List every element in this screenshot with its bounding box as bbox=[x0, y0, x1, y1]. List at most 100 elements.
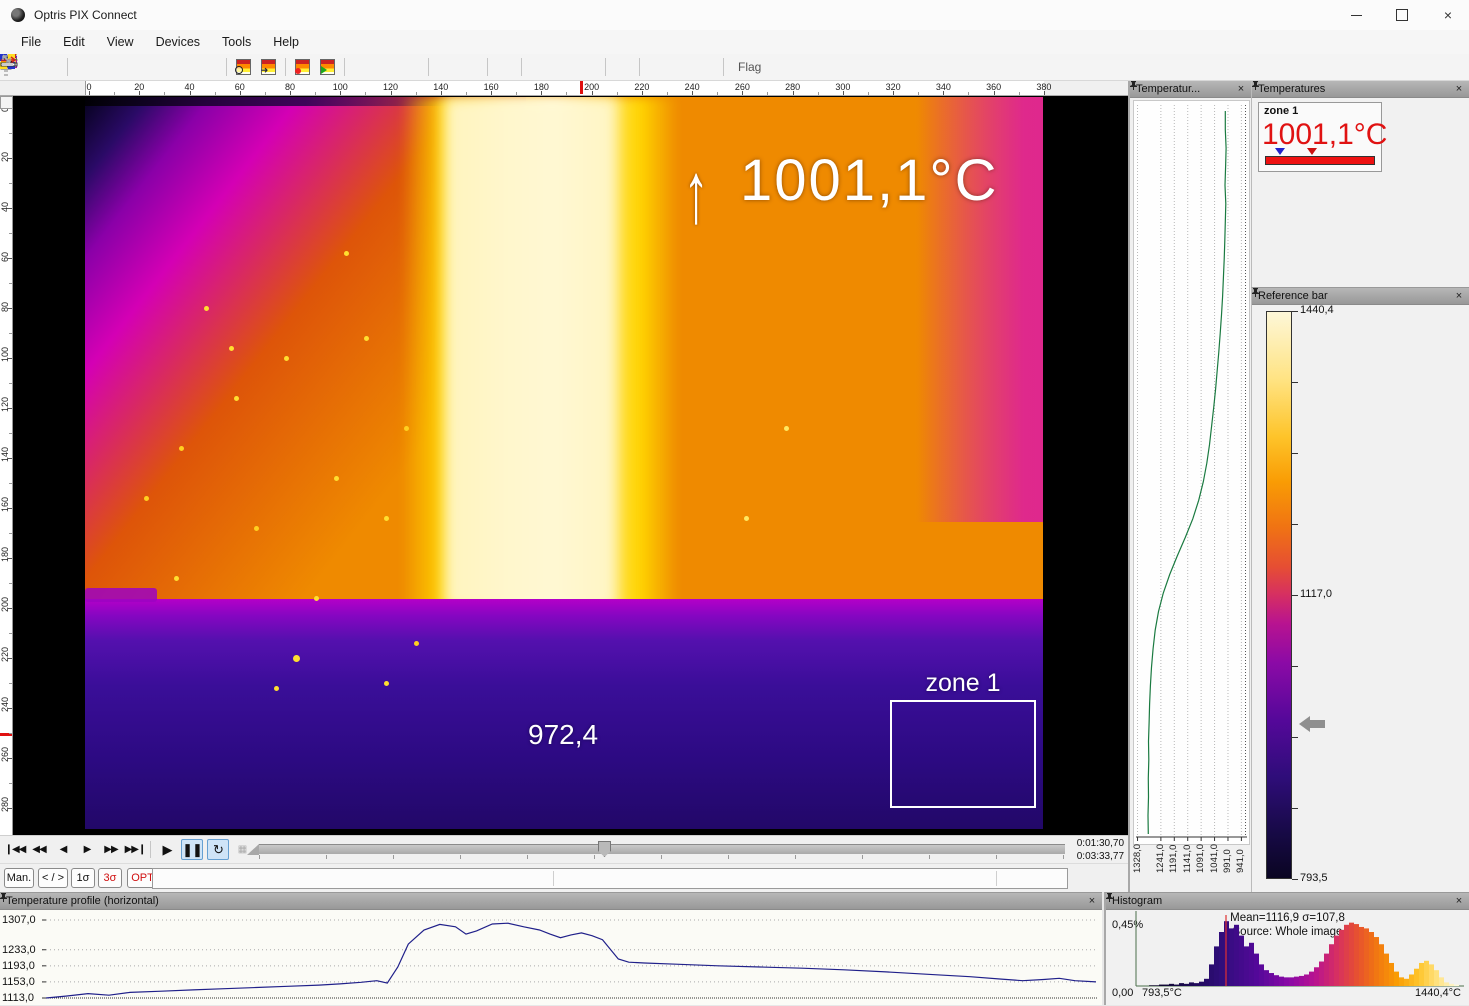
stop-icon[interactable] bbox=[123, 56, 146, 78]
time-axis-tick-label: 991,0 bbox=[1222, 849, 1233, 873]
measure-ruler-icon[interactable] bbox=[645, 56, 668, 78]
save-icon[interactable] bbox=[39, 56, 62, 78]
snapshot-camera-icon[interactable] bbox=[173, 56, 196, 78]
step-back-button[interactable]: ◀ bbox=[52, 839, 74, 860]
mode-button-man[interactable]: Man. bbox=[4, 868, 34, 888]
pause-icon[interactable] bbox=[98, 56, 121, 78]
timeline-slider[interactable] bbox=[259, 844, 1065, 854]
thermal-image[interactable]: ↑ 1001,1°C 972,4 zone 1 bbox=[85, 97, 1043, 829]
thermal-floor-step bbox=[85, 588, 157, 602]
title-bar: Optris PIX Connect × bbox=[0, 0, 1469, 31]
time-axis-tick-label: 1241,0 bbox=[1155, 844, 1166, 873]
fast-forward-button[interactable]: ▶▶ bbox=[100, 839, 122, 860]
close-icon[interactable]: × bbox=[1452, 290, 1466, 303]
close-icon[interactable]: × bbox=[1234, 83, 1248, 96]
loop-button[interactable]: ↻ bbox=[207, 839, 229, 860]
menu-item-devices[interactable]: Devices bbox=[145, 32, 211, 52]
scale-down-icon[interactable] bbox=[459, 56, 482, 78]
profile-tick-label: 1193,0 bbox=[2, 960, 42, 972]
minimize-button[interactable] bbox=[1333, 0, 1379, 30]
ruler-corner-box bbox=[0, 96, 13, 109]
reference-tick bbox=[1292, 666, 1298, 667]
marker-dashes-icon[interactable] bbox=[400, 56, 423, 78]
play-icon[interactable] bbox=[73, 56, 96, 78]
skip-start-button[interactable]: ❙◀◀ bbox=[4, 839, 26, 860]
time-axis-tick-label: 1091,0 bbox=[1195, 844, 1206, 873]
menu-item-view[interactable]: View bbox=[96, 32, 145, 52]
timeline-ramp bbox=[247, 844, 259, 855]
histogram-panel-header[interactable]: Histogram × bbox=[1106, 893, 1469, 910]
flag-button[interactable]: Flag bbox=[738, 60, 761, 74]
menu-item-edit[interactable]: Edit bbox=[52, 32, 96, 52]
skip-end-button[interactable]: ▶▶❙ bbox=[124, 839, 146, 860]
ruler-tick-label: 220 bbox=[0, 647, 10, 662]
close-icon[interactable]: × bbox=[1452, 83, 1466, 96]
rewind-button[interactable]: ◀◀ bbox=[28, 839, 50, 860]
menu-item-file[interactable]: File bbox=[10, 32, 52, 52]
close-icon[interactable]: × bbox=[1085, 895, 1099, 908]
reference-color-bar bbox=[1266, 311, 1292, 879]
reference-min-label: 793,5 bbox=[1300, 872, 1328, 884]
pin-icon[interactable] bbox=[1435, 290, 1449, 303]
close-button[interactable]: × bbox=[1425, 0, 1469, 30]
copy-icon[interactable] bbox=[198, 56, 221, 78]
status-track-field[interactable] bbox=[152, 868, 1068, 889]
panel-title: Temperature profile (horizontal) bbox=[6, 895, 159, 907]
scale-up-icon[interactable] bbox=[434, 56, 457, 78]
thermal-search-icon[interactable] bbox=[232, 56, 255, 78]
time-total: 0:03:33,77 bbox=[1066, 850, 1124, 863]
pin-icon[interactable] bbox=[1435, 83, 1449, 96]
reference-level-arrow-icon[interactable] bbox=[1299, 716, 1325, 732]
palette-panel-icon[interactable] bbox=[350, 56, 373, 78]
ruler-tick-label: 260 bbox=[0, 747, 10, 762]
configure-icon[interactable] bbox=[577, 56, 600, 78]
temperature-time-panel: Temperatur... × 1328,01241,01191,01141,0… bbox=[1128, 81, 1251, 892]
mode-button-1[interactable]: 1σ bbox=[71, 868, 95, 888]
record-icon[interactable] bbox=[148, 56, 171, 78]
temperature-time-plot bbox=[1133, 100, 1250, 845]
step-forward-button[interactable]: ▶ bbox=[76, 839, 98, 860]
reference-tick bbox=[1292, 382, 1298, 383]
thermal-canvas: ↑ 1001,1°C 972,4 zone 1 0204060801001201… bbox=[0, 96, 1128, 835]
ruler-tick-label: 60 bbox=[0, 252, 10, 262]
thermal-export-icon[interactable]: ➜ bbox=[257, 56, 280, 78]
menu-item-tools[interactable]: Tools bbox=[211, 32, 262, 52]
zone-card-value: 1001,1°C bbox=[1262, 118, 1387, 152]
snap-low-icon[interactable] bbox=[670, 56, 693, 78]
heat-area-icon[interactable] bbox=[527, 56, 550, 78]
menu-item-help[interactable]: Help bbox=[262, 32, 310, 52]
temperature-time-axis-labels: 1328,01241,01191,01141,01091,01041,0991,… bbox=[1133, 845, 1250, 891]
thermal-record-icon[interactable] bbox=[291, 56, 314, 78]
tools-icon[interactable] bbox=[493, 56, 516, 78]
playback-separator bbox=[150, 841, 151, 858]
temperature-time-panel-header[interactable]: Temperatur... × bbox=[1130, 81, 1251, 98]
temperatures-panel-header[interactable]: Temperatures × bbox=[1252, 81, 1469, 98]
ruler-tick-label: 180 bbox=[0, 547, 10, 562]
play-button[interactable]: ▶ bbox=[156, 839, 178, 860]
snap-high-icon[interactable] bbox=[695, 56, 718, 78]
thermal-play-icon[interactable] bbox=[316, 56, 339, 78]
pin-icon[interactable] bbox=[1435, 895, 1449, 908]
mode-button-3[interactable]: 3σ bbox=[98, 868, 122, 888]
reference-bar-panel-header[interactable]: Reference bar × bbox=[1252, 288, 1469, 305]
close-icon[interactable]: × bbox=[1452, 895, 1466, 908]
zone-1-rectangle[interactable] bbox=[890, 700, 1036, 808]
zone-range-bar bbox=[1265, 156, 1375, 165]
ruler-tick-label: 40 bbox=[0, 202, 10, 212]
zone-1-temperature-card[interactable]: zone 1 1001,1°C bbox=[1258, 102, 1382, 172]
toolbar-separator bbox=[639, 58, 640, 76]
mode-button-[interactable]: < / > bbox=[38, 868, 68, 888]
reference-tick bbox=[1292, 453, 1298, 454]
zone-card-name: zone 1 bbox=[1264, 105, 1298, 117]
ruler-tick-label: 140 bbox=[0, 447, 10, 462]
maximize-button[interactable] bbox=[1379, 0, 1425, 30]
temp-anchor-icon[interactable] bbox=[552, 56, 575, 78]
pin-icon[interactable] bbox=[1068, 895, 1082, 908]
palette-quad-icon[interactable] bbox=[611, 56, 634, 78]
spot-temperature-readout: ↑ 1001,1°C bbox=[680, 149, 998, 213]
profile-panel-header[interactable]: Temperature profile (horizontal) × bbox=[0, 893, 1102, 910]
calibration-curves-icon[interactable] bbox=[375, 56, 398, 78]
pin-icon[interactable] bbox=[1217, 83, 1231, 96]
pause-button[interactable]: ❚❚ bbox=[181, 839, 203, 860]
reference-tick bbox=[1292, 879, 1298, 880]
